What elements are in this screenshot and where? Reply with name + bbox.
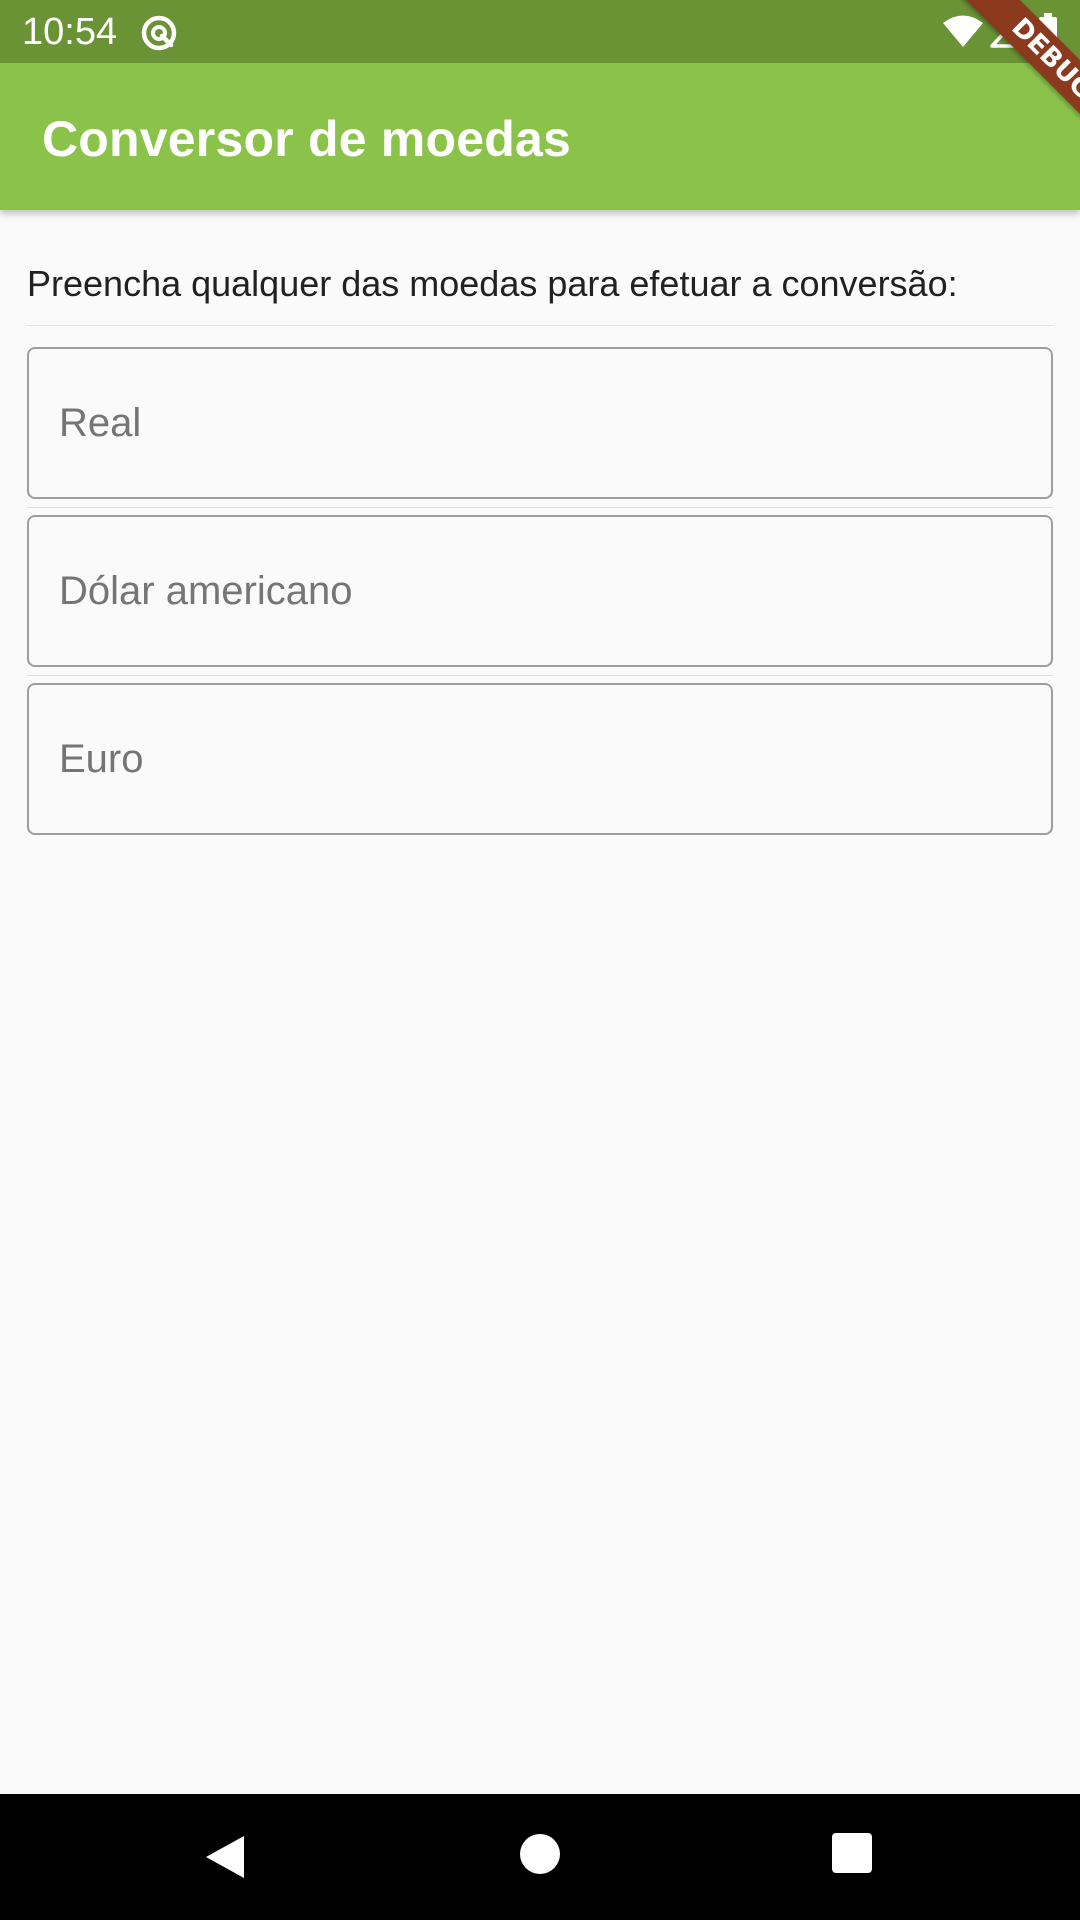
app-bar: Conversor de moedas	[0, 63, 1080, 210]
recents-icon[interactable]	[832, 1833, 872, 1873]
battery-icon	[1038, 13, 1058, 49]
signal-icon	[990, 14, 1022, 48]
euro-input[interactable]	[59, 685, 1019, 833]
home-icon[interactable]	[520, 1834, 560, 1874]
page-title: Conversor de moedas	[42, 111, 571, 167]
wifi-icon	[942, 14, 984, 48]
instructions-text: Preencha qualquer das moedas para efetua…	[27, 263, 958, 304]
back-icon[interactable]	[204, 1834, 246, 1880]
dolar-field[interactable]	[27, 515, 1053, 667]
divider	[27, 325, 1053, 326]
dolar-input[interactable]	[59, 517, 1019, 665]
status-time: 10:54	[22, 11, 118, 53]
status-bar: 10:54	[0, 0, 1080, 63]
real-field[interactable]	[27, 347, 1053, 499]
navigation-bar	[0, 1794, 1080, 1920]
divider	[27, 675, 1053, 676]
divider	[27, 507, 1053, 508]
app-notification-icon	[140, 14, 178, 52]
euro-field[interactable]	[27, 683, 1053, 835]
real-input[interactable]	[59, 349, 1019, 497]
